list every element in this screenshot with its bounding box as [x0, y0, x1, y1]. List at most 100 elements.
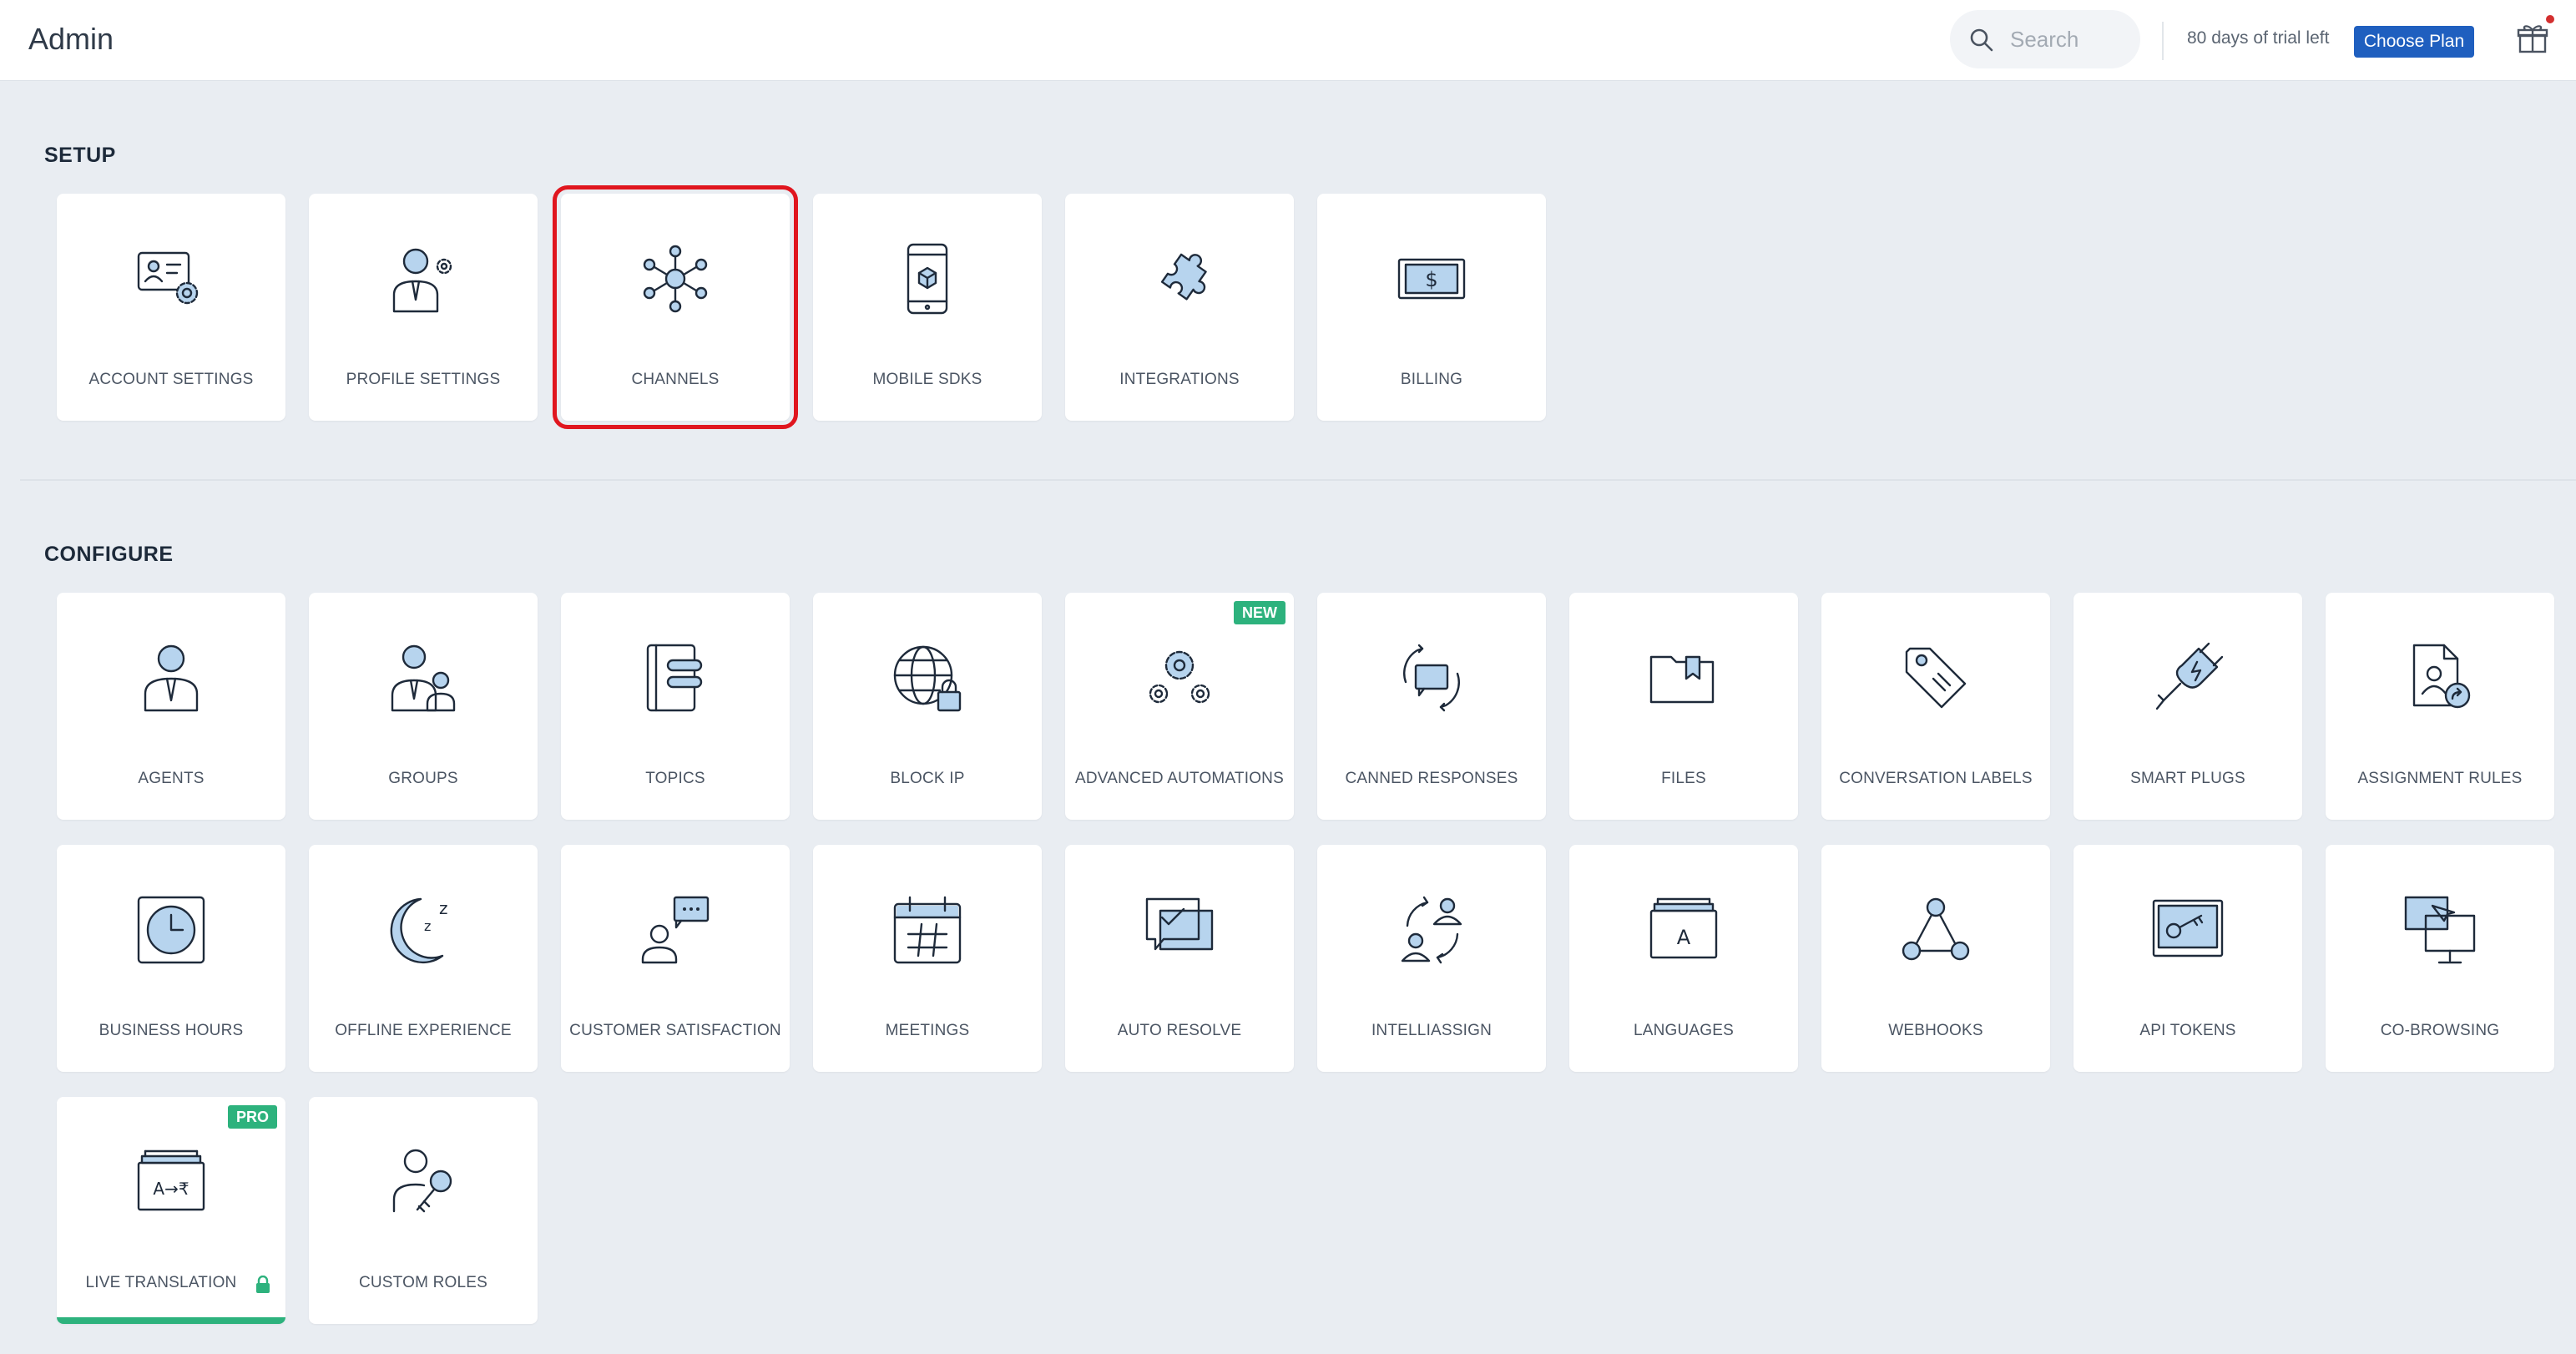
- card-smart-plugs[interactable]: SMART PLUGS: [2073, 593, 2302, 820]
- card-label: CHANNELS: [631, 371, 720, 388]
- card-live-translation[interactable]: PRO A→₹ LIVE TRANSLATION: [57, 1097, 285, 1324]
- svg-text:A: A: [1677, 926, 1691, 949]
- card-label: FILES: [1661, 770, 1706, 787]
- card-label: WEBHOOKS: [1888, 1022, 1983, 1039]
- agent-icon: [134, 638, 209, 718]
- card-label: CUSTOM ROLES: [358, 1274, 488, 1291]
- card-integrations[interactable]: INTEGRATIONS: [1065, 194, 1294, 421]
- puzzle-icon: [1142, 239, 1217, 319]
- automation-gears-icon: [1142, 638, 1217, 718]
- card-business-hours[interactable]: BUSINESS HOURS: [57, 845, 285, 1072]
- search-input[interactable]: [2008, 20, 2137, 58]
- mobile-sdk-icon: [890, 239, 965, 319]
- card-conversation-labels[interactable]: CONVERSATION LABELS: [1821, 593, 2050, 820]
- gift-icon[interactable]: [2516, 22, 2549, 55]
- translation-icon: A→₹: [134, 1142, 209, 1222]
- card-label: BUSINESS HOURS: [98, 1022, 244, 1039]
- card-auto-resolve[interactable]: AUTO RESOLVE: [1065, 845, 1294, 1072]
- card-co-browsing[interactable]: CO-BROWSING: [2326, 845, 2554, 1072]
- moon-icon: z z: [386, 890, 461, 970]
- custom-roles-icon: [386, 1142, 461, 1222]
- tag-icon: [1898, 638, 1973, 718]
- card-intelliassign[interactable]: INTELLIASSIGN: [1317, 845, 1546, 1072]
- channels-icon: [638, 239, 713, 319]
- card-label: OFFLINE EXPERIENCE: [335, 1022, 512, 1039]
- card-label: LIVE TRANSLATION: [85, 1274, 237, 1291]
- card-profile-settings[interactable]: PROFILE SETTINGS: [309, 194, 538, 421]
- card-customer-satisfaction[interactable]: CUSTOMER SATISFACTION: [561, 845, 790, 1072]
- billing-icon: $: [1394, 239, 1469, 319]
- profile-settings-icon: [386, 239, 461, 319]
- section-divider: [20, 479, 2576, 481]
- card-label: CANNED RESPONSES: [1345, 770, 1518, 787]
- card-advanced-automations[interactable]: NEW ADVANCED AUTOMATIONS: [1065, 593, 1294, 820]
- card-agents[interactable]: AGENTS: [57, 593, 285, 820]
- card-mobile-sdks[interactable]: MOBILE SDKS: [813, 194, 1042, 421]
- card-account-settings[interactable]: ACCOUNT SETTINGS: [57, 194, 285, 421]
- customer-satisfaction-icon: [638, 890, 713, 970]
- card-label: PROFILE SETTINGS: [346, 371, 501, 388]
- api-key-icon: [2150, 890, 2225, 970]
- card-billing[interactable]: $ BILLING: [1317, 194, 1546, 421]
- auto-resolve-icon: [1142, 890, 1217, 970]
- intelliassign-icon: [1394, 890, 1469, 970]
- topics-icon: [638, 638, 713, 718]
- card-files[interactable]: FILES: [1569, 593, 1798, 820]
- groups-icon: [386, 638, 461, 718]
- card-label: LANGUAGES: [1633, 1022, 1735, 1039]
- card-custom-roles[interactable]: CUSTOM ROLES: [309, 1097, 538, 1324]
- clock-icon: [134, 890, 209, 970]
- card-label: SMART PLUGS: [2130, 770, 2245, 787]
- card-assignment-rules[interactable]: ASSIGNMENT RULES: [2326, 593, 2554, 820]
- new-badge: NEW: [1234, 601, 1285, 624]
- card-label: API TOKENS: [2139, 1022, 2236, 1039]
- card-label: MOBILE SDKS: [872, 371, 982, 388]
- card-groups[interactable]: GROUPS: [309, 593, 538, 820]
- card-label: ADVANCED AUTOMATIONS: [1075, 770, 1284, 787]
- page-title: Admin: [28, 22, 114, 56]
- card-label: TOPICS: [645, 770, 705, 787]
- svg-text:z: z: [439, 898, 448, 918]
- pro-badge: PRO: [227, 1105, 277, 1129]
- calendar-icon: [890, 890, 965, 970]
- card-channels[interactable]: CHANNELS: [553, 185, 798, 429]
- trial-status: 80 days of trial left: [2187, 28, 2330, 48]
- assignment-rules-icon: [2402, 638, 2478, 718]
- header-divider: [2162, 22, 2164, 60]
- status-bar: [57, 1317, 285, 1324]
- card-webhooks[interactable]: WEBHOOKS: [1821, 845, 2050, 1072]
- card-topics[interactable]: TOPICS: [561, 593, 790, 820]
- card-label: AUTO RESOLVE: [1117, 1022, 1242, 1039]
- search-icon: [1970, 28, 1993, 52]
- lock-icon: [256, 1276, 270, 1293]
- card-label: GROUPS: [388, 770, 458, 787]
- folder-icon: [1646, 638, 1721, 718]
- card-label: CO-BROWSING: [2380, 1022, 2500, 1039]
- card-canned-responses[interactable]: CANNED RESPONSES: [1317, 593, 1546, 820]
- choose-plan-button[interactable]: Choose Plan: [2354, 26, 2474, 58]
- configure-section-title: CONFIGURE: [44, 543, 174, 566]
- block-ip-icon: [890, 638, 965, 718]
- card-label: CONVERSATION LABELS: [1839, 770, 2033, 787]
- card-languages[interactable]: A LANGUAGES: [1569, 845, 1798, 1072]
- card-label: INTELLIASSIGN: [1371, 1022, 1493, 1039]
- svg-text:z: z: [424, 918, 431, 934]
- card-label: BILLING: [1400, 371, 1463, 388]
- svg-text:A→₹: A→₹: [153, 1179, 189, 1199]
- canned-responses-icon: [1394, 638, 1469, 718]
- card-label: MEETINGS: [885, 1022, 970, 1039]
- co-browsing-icon: [2402, 890, 2478, 970]
- card-api-tokens[interactable]: API TOKENS: [2073, 845, 2302, 1072]
- webhooks-icon: [1898, 890, 1973, 970]
- card-label: AGENTS: [138, 770, 205, 787]
- search-box[interactable]: [1950, 10, 2140, 68]
- svg-text:$: $: [1425, 268, 1437, 291]
- languages-icon: A: [1646, 890, 1721, 970]
- card-meetings[interactable]: MEETINGS: [813, 845, 1042, 1072]
- card-label: ASSIGNMENT RULES: [2357, 770, 2523, 787]
- card-label: INTEGRATIONS: [1119, 371, 1240, 388]
- notification-dot: [2546, 15, 2554, 23]
- plug-icon: [2150, 638, 2225, 718]
- card-offline-experience[interactable]: z z OFFLINE EXPERIENCE: [309, 845, 538, 1072]
- card-block-ip[interactable]: BLOCK IP: [813, 593, 1042, 820]
